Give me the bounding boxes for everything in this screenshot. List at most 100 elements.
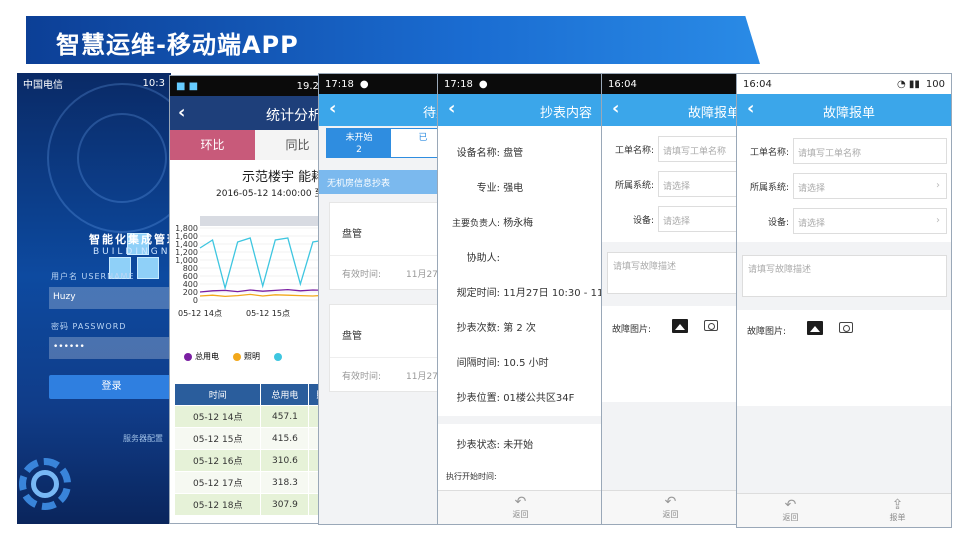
tab-mom[interactable]: 环比 [170, 130, 255, 160]
back-button[interactable]: ↶ 返回 [513, 495, 529, 520]
chart-legend: 总用电 照明 [184, 351, 285, 362]
title-banner: 智慧运维-移动端APP [26, 16, 760, 64]
order-name-input[interactable]: 请填写工单名称 [658, 136, 739, 162]
detail-card: 设备名称: 盘管 专业: 强电 主要负责人: 杨永梅 协助人: 规定时间: 11… [438, 126, 603, 416]
username-label: 用户名 USERNAME [51, 272, 135, 281]
line-chart: 1,8001,6001,4001,2001,000800600400200005… [175, 216, 339, 318]
brand-name: 智能化集成管理 [89, 233, 171, 246]
x-tick-label: 05-12 15点 [246, 309, 290, 318]
detail-row: 主要负责人: 杨永梅 [451, 218, 534, 229]
form-row: 所属系统: 请选择 [602, 171, 739, 197]
section-header: 无机房信息抄表 [319, 170, 439, 194]
detail-row: 专业: 强电 [476, 183, 524, 194]
picture-label: 故障图片: [747, 327, 787, 337]
back-arrow-icon[interactable]: ‹ [329, 98, 336, 119]
y-tick-label: 0 [193, 296, 198, 305]
password-input[interactable]: •••••• [49, 337, 171, 359]
detail-row: 间隔时间: 10.5 小时 [456, 358, 549, 369]
segment-not-started[interactable]: 未开始 2 [327, 129, 391, 157]
password-label: 密码 PASSWORD [51, 322, 127, 331]
legend-item[interactable]: 照明 [233, 351, 260, 362]
nav-bar: ‹ 待办 [319, 94, 439, 126]
fault-description-input[interactable]: 请填写故障描述 [742, 255, 947, 297]
table-row: 05-12 14点457.129. [173, 405, 340, 428]
form-row: 工单名称: 请填写工单名称 [602, 136, 739, 162]
status-bar: 16:04 ◔ ▮▮ 100 [737, 74, 951, 94]
submit-button[interactable]: ⇪ 报单 [890, 498, 906, 523]
device-select[interactable]: 请选择 › [793, 208, 947, 234]
wifi-icon: ◔ ▮▮ [896, 78, 920, 90]
bottom-bar: ↶ 返回 [602, 490, 739, 524]
bottom-bar: ↶ 返回 ⇪ 报单 [737, 493, 951, 527]
col-header: 时间 [173, 383, 262, 406]
nav-bar: ‹ 抄表内容 [438, 94, 603, 126]
back-button[interactable]: ↶ 返回 [783, 498, 799, 523]
detail-row: 抄表位置: 01楼公共区34F [456, 393, 575, 404]
gear-inner-icon [31, 470, 59, 498]
banner-title: 智慧运维-移动端APP [56, 31, 299, 59]
legend-item[interactable] [274, 351, 285, 362]
detail-row: 规定时间: 11月27日 10:30 - 11月 [456, 288, 604, 299]
status-bar: 16:04 [602, 74, 739, 94]
fault-report-screen: 16:04 ‹ 故障报单 工单名称: 请填写工单名称 所属系统: 请选择 设备: 请选… [601, 73, 740, 525]
login-screen: 中国电信 10:3 智能化集成管理 BUILDINGN 用户名 USERNAME … [17, 73, 171, 524]
table-row: 05-12 16点310.631. [173, 449, 340, 472]
task-list-screen: 17:18● ‹ 待办 未开始2 已 无机房信息抄表 盘管 有效时间:11月27… [318, 73, 440, 525]
image-icon[interactable] [672, 319, 688, 333]
fault-description-input[interactable]: 请填写故障描述 [607, 252, 739, 294]
status-bar: ■ ■ 19.2K/s [170, 76, 340, 96]
username-input[interactable]: Huzy [49, 287, 171, 309]
segment-done[interactable]: 已 [391, 129, 439, 157]
brand-subtitle: BUILDINGN [93, 247, 171, 257]
col-header: 总用电 [260, 383, 310, 406]
system-select[interactable]: 请选择 › [793, 173, 947, 199]
detail-row: 协助人: [466, 253, 500, 264]
report-form: 工单名称: 请填写工单名称 所属系统: 请选择 设备: 请选择 [602, 126, 739, 242]
status-segment: 未开始 2 已 [326, 128, 439, 158]
chevron-right-icon: › [936, 215, 940, 226]
nav-bar: ‹ 统计分析 [170, 96, 340, 130]
picture-label: 故障图片: [612, 325, 652, 335]
status-bar: 17:18 ● [319, 74, 439, 94]
detail-row: 抄表状态: 未开始 [456, 440, 534, 451]
fault-report-full-screen: 16:04 ◔ ▮▮ 100 ‹ 故障报单 工单名称: 请填写工单名称 所属系统: 请选… [736, 73, 952, 528]
form-row: 设备: 请选择 › [737, 208, 951, 234]
camera-icon[interactable] [704, 320, 718, 331]
back-arrow-icon[interactable]: ‹ [747, 98, 754, 119]
return-icon: ↶ [664, 494, 677, 510]
bottom-bar: ↶ 返回 [438, 490, 603, 524]
picture-row: 故障图片: [737, 310, 951, 406]
x-tick-label: 05-12 14点 [178, 309, 222, 318]
page-title: 故障报单 [688, 106, 740, 121]
share-icon: ⇪ [891, 497, 904, 513]
order-name-input[interactable]: 请填写工单名称 [793, 138, 947, 164]
image-icon[interactable] [807, 321, 823, 335]
device-select[interactable]: 请选择 [658, 206, 739, 232]
legend-item[interactable]: 总用电 [184, 351, 219, 362]
server-config-link[interactable]: 服务器配置 [123, 433, 163, 444]
table-row: 05-12 18点307.962. [173, 493, 340, 516]
tab-bar: 环比 同比 [170, 130, 340, 160]
page-title: 抄表内容 [540, 106, 593, 121]
status-card: 抄表状态: 未开始 执行开始时间: [438, 424, 603, 494]
stats-screen: ■ ■ 19.2K/s ‹ 统计分析 环比 同比 示范楼宇 能耗 2016-05-… [169, 75, 341, 524]
building-name: 示范楼宇 能耗 [242, 170, 325, 185]
date-range: 2016-05-12 14:00:00 至 [216, 189, 324, 199]
camera-icon[interactable] [839, 322, 853, 333]
page-title: 故障报单 [823, 106, 876, 121]
back-arrow-icon[interactable]: ‹ [612, 98, 619, 119]
status-bar: 17:18 ● [438, 74, 603, 94]
task-card[interactable]: 盘管 有效时间: 11月27 [329, 202, 439, 290]
back-button[interactable]: ↶ 返回 [663, 495, 679, 520]
back-arrow-icon[interactable]: ‹ [178, 102, 185, 123]
nav-bar: ‹ 故障报单 [737, 94, 951, 126]
nav-bar: ‹ 故障报单 [602, 94, 739, 126]
form-row: 设备: 请选择 [602, 206, 739, 232]
data-table: 时间 总用电 照明 05-12 14点457.129. 05-12 15点415… [173, 383, 340, 516]
login-button[interactable]: 登录 [49, 375, 171, 399]
back-arrow-icon[interactable]: ‹ [448, 98, 455, 119]
return-icon: ↶ [784, 497, 797, 513]
table-row: 05-12 15点415.630. [173, 427, 340, 450]
system-select[interactable]: 请选择 [658, 171, 739, 197]
task-card[interactable]: 盘管 有效时间: 11月27 [329, 304, 439, 392]
